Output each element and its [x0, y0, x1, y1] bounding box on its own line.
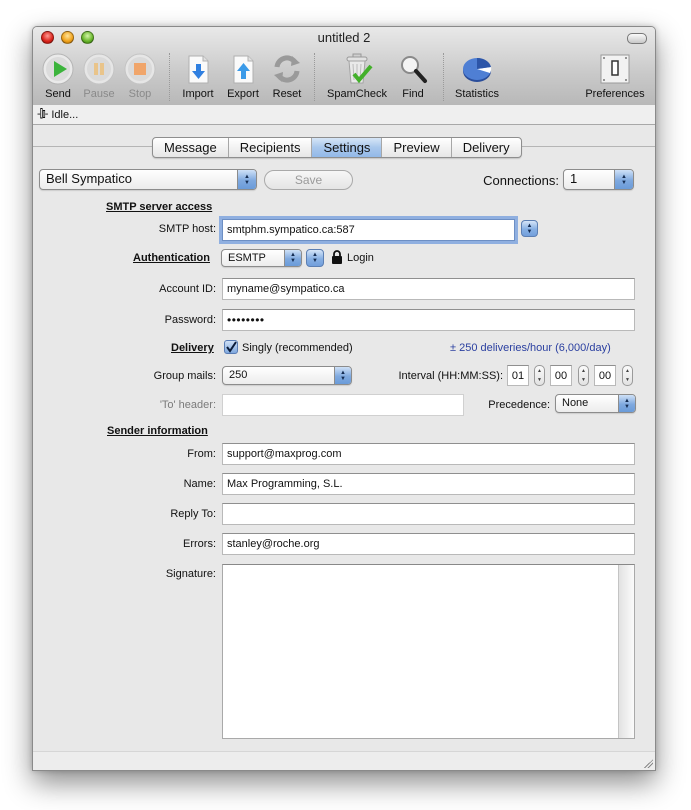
- tab-message[interactable]: Message: [153, 138, 228, 157]
- signature-textarea[interactable]: [222, 564, 635, 739]
- reset-arrows-icon: [271, 53, 303, 85]
- login-label: Login: [347, 252, 374, 264]
- signature-label: Signature:: [165, 568, 216, 580]
- interval-minutes-input[interactable]: 00: [550, 365, 572, 386]
- chevron-updown-icon: ▲ ▼: [618, 395, 635, 412]
- play-icon: [42, 53, 74, 85]
- statistics-button[interactable]: Statistics: [449, 53, 505, 100]
- chevron-updown-icon: ▲ ▼: [237, 170, 256, 189]
- auth-method-value: ESMTP: [228, 252, 266, 264]
- tab-bar: Message Recipients Settings Preview Deli…: [152, 137, 522, 158]
- smtp-host-label: SMTP host:: [158, 223, 216, 235]
- toolbar-separator: [314, 53, 315, 101]
- name-label: Name:: [183, 478, 216, 490]
- plug-icon: -⫿⫾-: [37, 108, 48, 120]
- toolbar: untitled 2 Send Pause Stop Import Export…: [33, 27, 655, 106]
- reply-to-input[interactable]: [222, 503, 635, 525]
- app-window: untitled 2 Send Pause Stop Import Export…: [32, 26, 656, 771]
- delivery-rate-text: ± 250 deliveries/hour (6,000/day): [450, 342, 611, 354]
- resize-grip-icon[interactable]: [643, 758, 653, 768]
- chevron-updown-icon: ▲ ▼: [334, 367, 351, 384]
- auth-options-button[interactable]: ▲ ▼: [306, 249, 324, 267]
- stop-button[interactable]: Stop: [112, 53, 168, 100]
- tab-recipients[interactable]: Recipients: [227, 138, 312, 157]
- spamcheck-button[interactable]: SpamCheck: [327, 53, 387, 100]
- connections-select[interactable]: 1 ▲ ▼: [563, 169, 634, 190]
- tab-settings[interactable]: Settings: [311, 138, 382, 157]
- password-label: Password:: [164, 314, 216, 326]
- interval-hours-input[interactable]: 01: [507, 365, 529, 386]
- signature-text: [223, 565, 634, 571]
- precedence-select[interactable]: None ▲ ▼: [555, 394, 636, 413]
- status-text: Idle...: [51, 108, 79, 121]
- errors-label: Errors:: [183, 538, 216, 550]
- singly-checkbox[interactable]: [224, 340, 238, 354]
- smtp-host-input[interactable]: smtphm.sympatico.ca:587: [222, 219, 515, 241]
- delivery-section-heading: Delivery: [171, 342, 214, 354]
- find-button[interactable]: Find: [385, 53, 441, 100]
- account-id-input[interactable]: myname@sympatico.ca: [222, 278, 635, 300]
- group-mails-label: Group mails:: [153, 370, 216, 382]
- switch-icon: [599, 53, 631, 85]
- from-input[interactable]: support@maxprog.com: [222, 443, 635, 465]
- stop-icon: [124, 53, 156, 85]
- to-header-input[interactable]: [222, 394, 464, 416]
- window-bottom-bar: [33, 751, 655, 770]
- to-header-label: 'To' header:: [159, 399, 216, 411]
- reset-button[interactable]: Reset: [259, 53, 315, 100]
- preferences-button[interactable]: Preferences: [585, 53, 645, 100]
- account-id-label: Account ID:: [159, 283, 216, 295]
- save-button[interactable]: Save: [264, 170, 353, 190]
- trash-check-icon: [341, 53, 373, 85]
- authentication-section-heading: Authentication: [133, 252, 210, 264]
- signature-scrollbar[interactable]: [618, 565, 634, 738]
- pie-chart-icon: [461, 53, 493, 85]
- errors-input[interactable]: stanley@roche.org: [222, 533, 635, 555]
- chevron-updown-icon: ▲ ▼: [614, 170, 633, 189]
- status-bar: -⫿⫾- Idle...: [33, 105, 655, 125]
- tab-preview[interactable]: Preview: [381, 138, 450, 157]
- window-title: untitled 2: [317, 30, 371, 45]
- group-mails-select[interactable]: 250 ▲ ▼: [222, 366, 352, 385]
- smtp-section-heading: SMTP server access: [106, 201, 213, 213]
- checkmark-icon: [226, 341, 237, 353]
- connections-value: 1: [570, 171, 578, 186]
- profile-select[interactable]: Bell Sympatico ▲ ▼: [39, 169, 257, 190]
- smtp-host-presets-button[interactable]: ▲ ▼: [521, 220, 538, 237]
- name-input[interactable]: Max Programming, S.L.: [222, 473, 635, 495]
- auth-method-select[interactable]: ESMTP ▲ ▼: [221, 249, 302, 267]
- pause-icon: [83, 53, 115, 85]
- interval-label: Interval (HH:MM:SS):: [398, 370, 503, 382]
- interval-minutes-stepper[interactable]: ▲ ▼: [578, 365, 589, 386]
- chevron-updown-icon: ▲ ▼: [284, 250, 301, 266]
- tab-delivery[interactable]: Delivery: [450, 138, 521, 157]
- lock-icon: [331, 250, 343, 264]
- settings-panel: Message Recipients Settings Preview Deli…: [33, 126, 655, 752]
- reply-to-label: Reply To:: [170, 508, 216, 520]
- precedence-label: Precedence:: [488, 399, 550, 411]
- singly-label: Singly (recommended): [242, 342, 353, 354]
- connections-label: Connections:: [483, 173, 559, 188]
- from-label: From:: [187, 448, 216, 460]
- toolbar-toggle-button[interactable]: [627, 33, 647, 44]
- import-document-icon: [182, 53, 214, 85]
- magnifier-icon: [397, 53, 429, 85]
- toolbar-separator: [443, 53, 444, 101]
- export-document-icon: [227, 53, 259, 85]
- interval-seconds-input[interactable]: 00: [594, 365, 616, 386]
- profile-value: Bell Sympatico: [46, 171, 132, 186]
- password-input[interactable]: ••••••••: [222, 309, 635, 331]
- sender-section-heading: Sender information: [107, 425, 208, 437]
- interval-hours-stepper[interactable]: ▲ ▼: [534, 365, 545, 386]
- group-mails-value: 250: [229, 369, 248, 381]
- precedence-value: None: [562, 397, 589, 409]
- interval-seconds-stepper[interactable]: ▲ ▼: [622, 365, 633, 386]
